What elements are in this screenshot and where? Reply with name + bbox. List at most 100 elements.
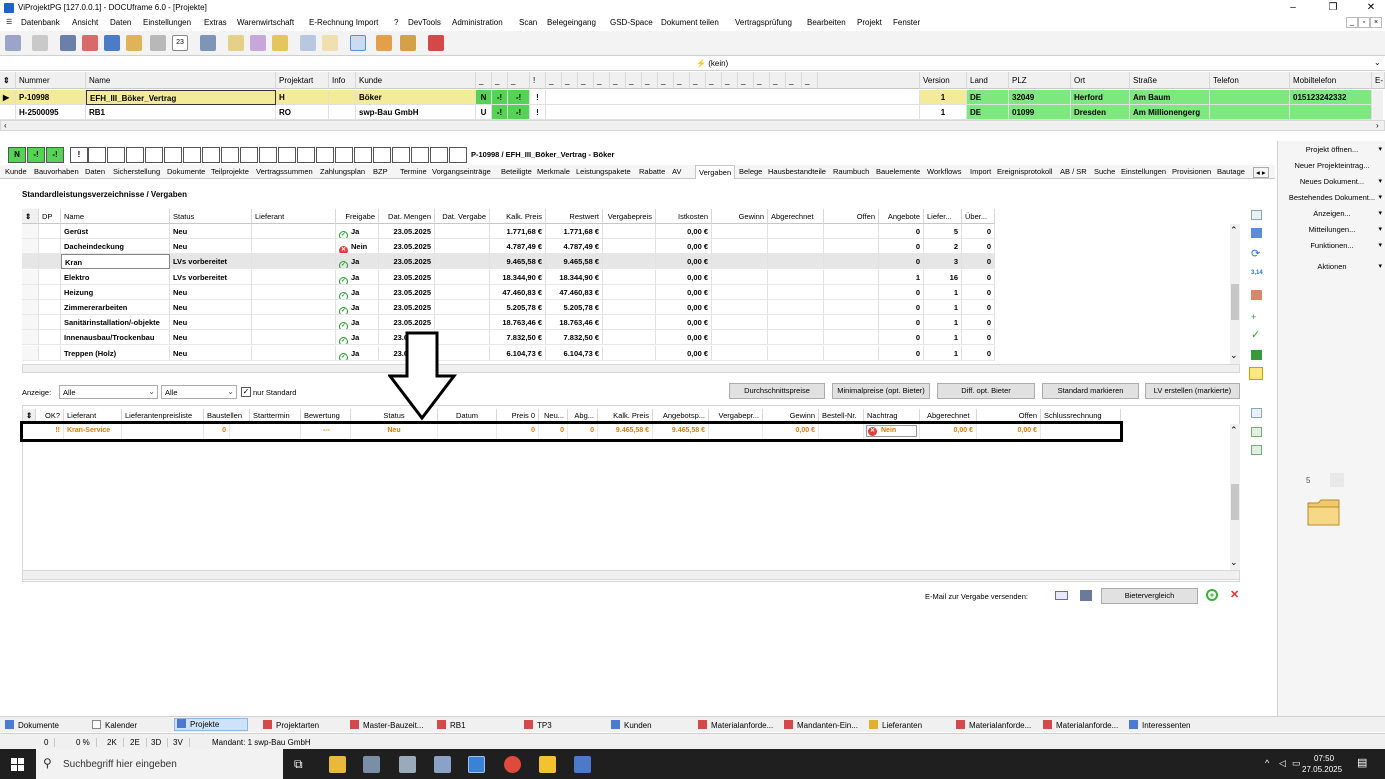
vergabe-row-liefc[interactable]: 1 [924, 315, 962, 331]
menu-scan[interactable]: Scan [519, 18, 537, 27]
vergabe-row-name[interactable]: Sanitärinstallation/-objekte [61, 315, 170, 331]
vergabe-row-gew[interactable] [712, 239, 768, 255]
tab-einstellungen[interactable]: Einstellungen [1121, 167, 1166, 176]
window-tab-kalender[interactable]: Kalender [92, 720, 137, 730]
bieter-vscroll[interactable] [1230, 424, 1240, 570]
col-projektart[interactable]: Projektart [276, 72, 329, 89]
bieter-row-bewertung[interactable]: --- [301, 424, 351, 439]
status-box-12[interactable] [221, 147, 239, 163]
menu-extras[interactable]: Extras [204, 18, 227, 27]
status-box-15[interactable] [278, 147, 296, 163]
book-icon[interactable] [104, 35, 120, 51]
tab-ereignisprotokoll[interactable]: Ereignisprotokoll [997, 167, 1052, 176]
tab-belege[interactable]: Belege [739, 167, 762, 176]
network-app-icon[interactable] [399, 756, 416, 773]
lv-erstellen-button[interactable]: LV erstellen (markierte) [1145, 383, 1240, 399]
vergabe-row-datv[interactable] [435, 284, 490, 300]
window-tab-master-bauzeit[interactable]: Master-Bauzeit... [350, 720, 423, 730]
vergabe-row-kalk[interactable]: 5.205,78 € [490, 300, 546, 315]
col-telefon[interactable]: Telefon [1210, 72, 1290, 89]
project-1-strasse[interactable]: Am Baum [1130, 90, 1210, 105]
mdi-restore-button[interactable]: ▫ [1358, 17, 1370, 28]
project-1-flag-3[interactable]: -! [508, 90, 530, 105]
vergabe-row-ueb[interactable]: 0 [962, 254, 995, 270]
col-flag18[interactable]: _ [754, 72, 770, 89]
users-icon[interactable] [376, 35, 392, 51]
menu-bearbeiten[interactable]: Bearbeiten [807, 18, 846, 27]
col-flag20[interactable]: _ [786, 72, 802, 89]
vergabe-row-freigabe[interactable]: ✓ Ja [336, 284, 379, 300]
grid-menu-icon[interactable]: ⇕ [0, 72, 16, 89]
project-1-ort[interactable]: Herford [1071, 90, 1130, 105]
clock-time[interactable]: 07:50 [1314, 754, 1334, 763]
tab-bauelemente[interactable]: Bauelemente [876, 167, 920, 176]
vergabe-row-lief[interactable] [252, 224, 336, 239]
col-flag19[interactable]: _ [770, 72, 786, 89]
projects-hscroll[interactable]: ‹ › [0, 120, 1385, 131]
tab-import[interactable]: Import [970, 167, 991, 176]
col-email[interactable]: E- [1372, 72, 1385, 89]
add-icon[interactable]: + [1251, 312, 1256, 322]
vergabe-row-lief[interactable] [252, 300, 336, 315]
vergabe-row-gew[interactable] [712, 300, 768, 315]
vergabe-row-vpreis[interactable] [603, 269, 656, 285]
project-1-info[interactable] [329, 90, 356, 105]
menu-ansicht[interactable]: Ansicht [72, 18, 98, 27]
vcol-freigabe[interactable]: Freigabe [336, 209, 379, 224]
status-box-2[interactable]: -! [27, 147, 45, 163]
vcol-istkosten[interactable]: Istkosten [656, 209, 712, 224]
status-box-14[interactable] [259, 147, 277, 163]
calendar-icon[interactable]: 23 [172, 35, 188, 51]
bieter-row-nachtrag[interactable]: ✕ Nein [864, 424, 920, 439]
excel-icon[interactable] [1251, 350, 1262, 360]
task-view-icon[interactable]: ⧉ [294, 757, 303, 772]
col-flag3[interactable]: _ [508, 72, 530, 89]
col-flag4[interactable]: ! [530, 72, 546, 89]
tab-teilprojekte[interactable]: Teilprojekte [211, 167, 249, 176]
bieter-table2-icon[interactable] [1251, 445, 1262, 455]
col-plz[interactable]: PLZ [1009, 72, 1071, 89]
vergabe-row-off[interactable] [824, 254, 879, 270]
vergabe-row-off[interactable] [824, 300, 879, 315]
vergaben-scroll-thumb[interactable] [1231, 284, 1239, 320]
vergabe-row-gew[interactable] [712, 254, 768, 270]
volume-icon[interactable]: ◁ [1279, 758, 1286, 769]
col-mobiltelefon[interactable]: Mobiltelefon [1290, 72, 1372, 89]
vergabe-row-ang[interactable]: 0 [879, 239, 924, 255]
project-1-nummer[interactable]: P-10998 [16, 90, 86, 105]
tab-av[interactable]: AV [672, 167, 681, 176]
vergabe-row-ist[interactable]: 0,00 € [656, 269, 712, 285]
vergabe-row-liefc[interactable]: 3 [924, 254, 962, 270]
vergabe-row-name[interactable]: Gerüst [61, 224, 170, 239]
col-version[interactable]: Version [920, 72, 967, 89]
bieter-row-schlussrechnung[interactable] [1041, 424, 1119, 439]
tab-dokumente[interactable]: Dokumente [167, 167, 205, 176]
numbers-icon[interactable]: 3,14 [1251, 270, 1263, 276]
menu-daten[interactable]: Daten [110, 18, 131, 27]
project-1-kunde[interactable]: Böker [356, 90, 476, 105]
window-tab-rb1[interactable]: RB1 [437, 720, 466, 730]
bieter-row-vergabepr[interactable] [709, 424, 763, 439]
vergabe-row-status[interactable]: Neu [170, 330, 252, 346]
project-2-plz[interactable]: 01099 [1009, 105, 1071, 120]
col-flag5[interactable]: _ [546, 72, 562, 89]
status-box-21[interactable] [392, 147, 410, 163]
tab-kunde[interactable]: Kunde [5, 167, 27, 176]
status-box-18[interactable] [335, 147, 353, 163]
vergabe-row-status[interactable]: Neu [170, 239, 252, 255]
vergabe-row-rest[interactable]: 18.763,46 € [546, 315, 603, 331]
col-flag21[interactable]: _ [802, 72, 818, 89]
maximize-button[interactable]: ❐ [1321, 2, 1345, 14]
vergabe-row-off[interactable] [824, 345, 879, 361]
window-tab-dokumente[interactable]: Dokumente [5, 720, 59, 730]
mail-icon[interactable] [250, 35, 266, 51]
bieter-hscroll[interactable] [22, 570, 1240, 580]
vergabe-row-gew[interactable] [712, 330, 768, 346]
vergabe-row-off[interactable] [824, 284, 879, 300]
diff-opt-bieter-button[interactable]: Diff. opt. Bieter [937, 383, 1035, 399]
vergabe-row-kalk[interactable]: 7.832,50 € [490, 330, 546, 346]
search-icon[interactable] [300, 35, 316, 51]
bieter-row-lieferant[interactable]: Kran-Service [64, 424, 122, 439]
vergabe-row-datm[interactable]: 23.05.2025 [379, 224, 435, 239]
vergabe-row-ang[interactable]: 0 [879, 330, 924, 346]
